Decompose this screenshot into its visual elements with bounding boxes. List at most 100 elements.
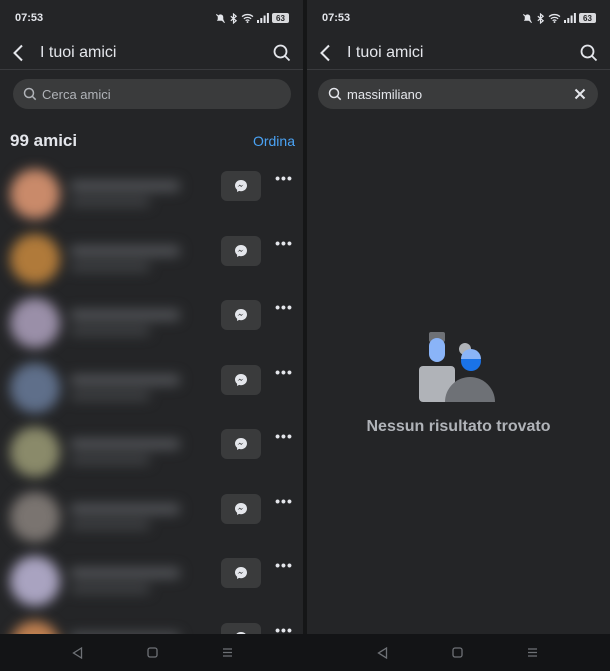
blurred-friend-info xyxy=(6,423,206,481)
nav-back-icon xyxy=(72,646,83,659)
more-options-button[interactable]: ••• xyxy=(272,170,296,186)
friend-row[interactable]: ••• xyxy=(0,226,303,291)
friend-row[interactable]: ••• xyxy=(0,161,303,226)
bluetooth-icon xyxy=(230,12,238,24)
blurred-subtitle xyxy=(70,262,150,271)
more-options-button[interactable]: ••• xyxy=(272,621,296,635)
battery-indicator: 63 xyxy=(579,13,596,23)
back-button[interactable] xyxy=(319,42,339,64)
back-button[interactable] xyxy=(12,42,32,64)
clear-search-button[interactable] xyxy=(572,86,588,102)
message-button[interactable] xyxy=(221,558,261,588)
friends-count: 99 amici xyxy=(10,131,78,150)
message-button[interactable] xyxy=(221,235,261,266)
nav-back-button[interactable] xyxy=(376,646,390,660)
blurred-subtitle xyxy=(70,198,150,206)
no-results-people-icon xyxy=(418,332,495,402)
mute-icon xyxy=(522,13,533,23)
more-options-button[interactable]: ••• xyxy=(272,299,296,315)
more-icon: ••• xyxy=(275,170,293,186)
more-icon: ••• xyxy=(275,492,293,509)
blurred-subtitle xyxy=(70,391,150,400)
search-input[interactable] xyxy=(347,86,572,102)
nav-recents-button[interactable] xyxy=(526,646,540,660)
nav-recents-icon xyxy=(528,648,537,657)
avatar xyxy=(10,169,60,219)
search-icon xyxy=(23,87,37,101)
friend-row[interactable]: ••• xyxy=(0,484,303,549)
more-options-button[interactable]: ••• xyxy=(272,557,296,573)
friends-header: 99 amici Ordina xyxy=(0,131,303,151)
avatar xyxy=(10,620,60,634)
message-button[interactable] xyxy=(221,493,261,524)
signal-icon xyxy=(564,13,576,23)
messenger-icon xyxy=(235,180,247,192)
status-icons: 63 xyxy=(522,12,596,24)
app-bar: I tuoi amici xyxy=(0,36,303,70)
message-button[interactable] xyxy=(221,429,261,459)
nav-back-icon xyxy=(377,646,388,659)
messenger-icon xyxy=(235,373,247,386)
more-icon: ••• xyxy=(275,299,293,315)
search-icon xyxy=(273,44,291,61)
friend-row[interactable]: ••• xyxy=(0,613,303,635)
blurred-friend-info xyxy=(6,165,206,223)
search-field[interactable] xyxy=(318,79,598,109)
avatar xyxy=(10,556,60,606)
avatar xyxy=(10,491,60,542)
app-bar: I tuoi amici xyxy=(307,36,610,70)
sort-button[interactable]: Ordina xyxy=(253,133,295,149)
search-button[interactable] xyxy=(271,42,293,64)
signal-icon xyxy=(257,13,269,23)
clear-icon xyxy=(574,88,586,100)
blurred-name xyxy=(70,503,180,514)
messenger-icon xyxy=(235,309,247,321)
blurred-subtitle xyxy=(70,585,150,593)
friend-row[interactable]: ••• xyxy=(0,290,303,355)
more-options-button[interactable]: ••• xyxy=(272,364,296,380)
mute-icon xyxy=(215,13,226,23)
nav-group-right xyxy=(305,634,610,671)
more-options-button[interactable]: ••• xyxy=(272,492,296,509)
blurred-name xyxy=(70,310,180,320)
status-bar: 07:53 63 xyxy=(0,0,303,36)
back-arrow-icon xyxy=(320,44,330,61)
search-icon xyxy=(328,87,342,101)
wifi-icon xyxy=(548,13,561,23)
back-arrow-icon xyxy=(13,44,23,61)
nav-recents-button[interactable] xyxy=(221,646,235,660)
messenger-icon xyxy=(235,567,247,579)
avatar xyxy=(10,362,60,413)
message-button[interactable] xyxy=(221,300,261,330)
more-options-button[interactable]: ••• xyxy=(272,234,296,251)
friend-row[interactable]: ••• xyxy=(0,419,303,484)
blurred-friend-info xyxy=(6,617,206,634)
more-icon: ••• xyxy=(275,234,293,251)
message-button[interactable] xyxy=(221,622,261,634)
message-button[interactable] xyxy=(221,364,261,395)
search-field[interactable] xyxy=(13,79,291,109)
friend-row[interactable]: ••• xyxy=(0,548,303,613)
page-title: I tuoi amici xyxy=(40,43,117,61)
avatar xyxy=(10,427,60,477)
nav-home-icon xyxy=(452,647,463,658)
blurred-subtitle xyxy=(70,520,150,529)
nav-home-button[interactable] xyxy=(451,646,465,660)
more-icon: ••• xyxy=(275,621,293,635)
more-options-button[interactable]: ••• xyxy=(272,428,296,444)
search-input[interactable] xyxy=(42,86,281,102)
messenger-icon xyxy=(235,502,247,515)
friend-row[interactable]: ••• xyxy=(0,355,303,420)
blurred-name xyxy=(70,439,180,449)
status-time: 07:53 xyxy=(15,12,44,24)
blurred-subtitle xyxy=(70,456,150,464)
message-button[interactable] xyxy=(221,171,261,201)
nav-back-button[interactable] xyxy=(71,646,85,660)
search-icon xyxy=(580,44,598,61)
search-button[interactable] xyxy=(578,42,600,64)
nav-home-icon xyxy=(147,647,158,658)
avatar xyxy=(10,233,60,284)
nav-recents-icon xyxy=(223,648,232,657)
nav-home-button[interactable] xyxy=(146,646,160,660)
status-time: 07:53 xyxy=(322,12,351,24)
